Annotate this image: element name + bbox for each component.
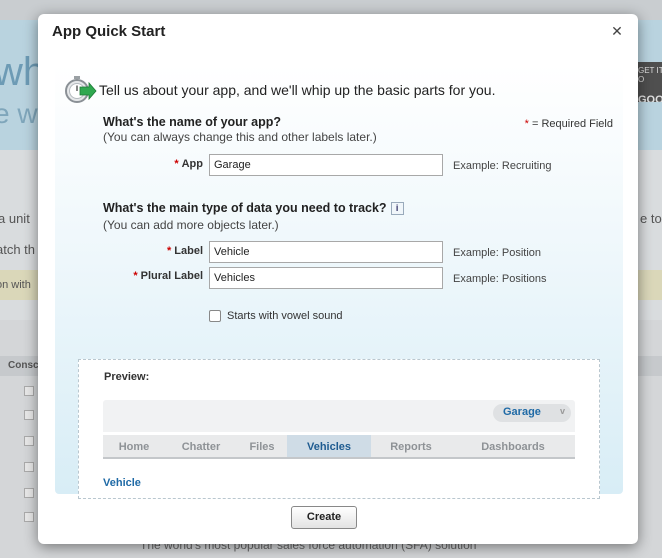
dialog-title: App Quick Start — [52, 23, 166, 40]
create-button[interactable]: Create — [291, 506, 357, 529]
close-icon[interactable]: ✕ — [610, 24, 624, 38]
background-notice-text: on with — [0, 279, 31, 291]
required-field-note: * = Required Field — [525, 118, 613, 130]
required-star: * — [524, 118, 529, 130]
intro-row: Tell us about your app, and we'll whip u… — [63, 73, 495, 107]
required-field-text: = Required Field — [531, 118, 613, 130]
preview-object-name: Vehicle — [103, 477, 141, 489]
preview-tab-dashboards: Dashboards — [481, 441, 545, 453]
required-star: * — [174, 158, 179, 170]
app-name-hint: (You can always change this and other la… — [103, 130, 377, 144]
intro-text: Tell us about your app, and we'll whip u… — [99, 82, 496, 98]
required-star: * — [133, 270, 138, 282]
background-row-checkbox — [24, 386, 34, 396]
background-row-checkbox — [24, 462, 34, 472]
app-quick-start-dialog: App Quick Start ✕ Tell us about your app… — [38, 14, 638, 544]
preview-tab-vehicles: Vehicles — [287, 435, 371, 457]
preview-header: Garage v — [103, 400, 575, 432]
plural-label-example: Example: Positions — [453, 273, 547, 285]
vowel-sound-checkbox[interactable] — [209, 310, 221, 322]
label-example: Example: Position — [453, 247, 542, 259]
app-label-text: App — [181, 158, 203, 170]
preview-tab-files: Files — [249, 441, 275, 453]
preview-tab-home: Home — [118, 441, 150, 453]
preview-app-name: Garage — [503, 406, 541, 418]
background-text: atch th — [0, 242, 36, 257]
background-text: a unit — [0, 211, 30, 226]
dialog-body: Tell us about your app, and we'll whip u… — [55, 65, 623, 499]
background-promo-line: GOO — [638, 94, 662, 102]
app-name-question: What's the name of your app? — [103, 115, 281, 129]
background-text: e to — [640, 211, 662, 226]
preview-label: Preview: — [104, 371, 150, 383]
preview-app-switcher: Garage v — [493, 404, 571, 422]
app-field-label: * App — [135, 158, 203, 170]
label-label-text: Label — [174, 245, 203, 257]
background-row-checkbox — [24, 488, 34, 498]
background-promo: GET IT O GOO — [636, 62, 662, 102]
label-field-label: * Label — [135, 245, 203, 257]
preview-tab-chatter: Chatter — [181, 441, 221, 453]
stopwatch-icon — [63, 73, 97, 107]
preview-tab-reports: Reports — [390, 441, 432, 453]
plural-label-text: Plural Label — [140, 270, 203, 282]
plural-label-field-label: * Plural Label — [115, 270, 203, 282]
data-type-hint: (You can add more objects later.) — [103, 218, 279, 232]
app-name-input[interactable] — [209, 154, 443, 176]
dialog-header: App Quick Start ✕ — [38, 14, 638, 48]
data-type-question: What's the main type of data you need to… — [103, 201, 404, 215]
vowel-sound-label[interactable]: Starts with vowel sound — [227, 310, 343, 322]
background-promo-line: GET IT O — [638, 66, 662, 84]
data-type-question-text: What's the main type of data you need to… — [103, 201, 387, 215]
app-example: Example: Recruiting — [453, 160, 552, 172]
background-row-checkbox — [24, 410, 34, 420]
plural-label-input[interactable] — [209, 267, 443, 289]
chevron-down-icon: v — [559, 406, 565, 416]
preview-tab-bar: Home Chatter Files Vehicles Reports Dash… — [103, 435, 575, 459]
label-input[interactable] — [209, 241, 443, 263]
background-row-checkbox — [24, 512, 34, 522]
preview-panel: Preview: Garage v Home Chatter Files Veh… — [78, 359, 600, 499]
info-icon[interactable]: i — [390, 202, 404, 215]
background-row-checkbox — [24, 436, 34, 446]
required-star: * — [166, 245, 172, 257]
vowel-sound-row: Starts with vowel sound — [209, 310, 343, 322]
